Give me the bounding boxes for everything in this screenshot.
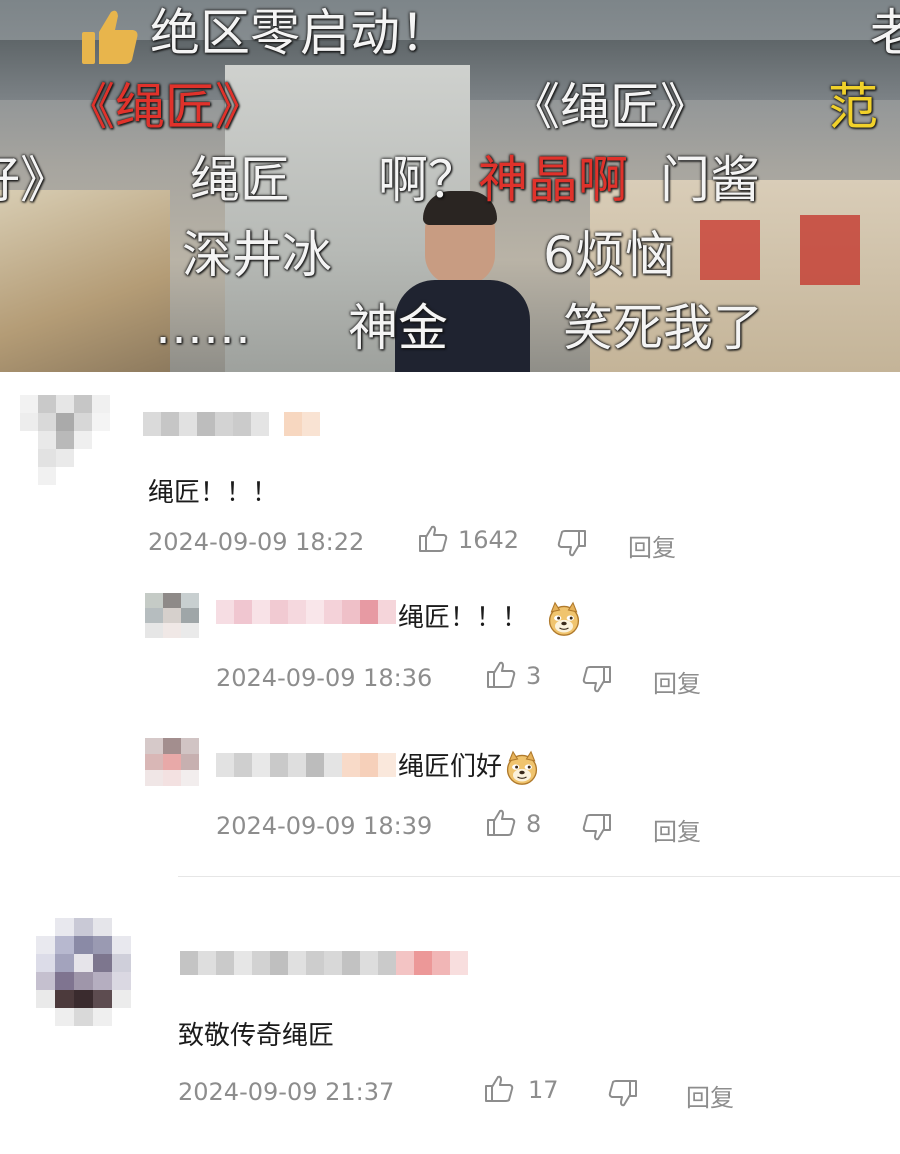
comment-text: 绳匠！！！ <box>148 478 279 508</box>
reply-text: 绳匠们好 <box>398 746 540 786</box>
like-count: 3 <box>526 662 542 690</box>
dislike-icon[interactable] <box>608 1078 638 1108</box>
comment-time: 2024-09-09 18:22 <box>148 528 365 556</box>
danmaku-item: 啊？ <box>378 151 478 209</box>
reply-text-content: 绳匠！！！ <box>398 603 529 633</box>
dislike-icon[interactable] <box>582 812 612 842</box>
comment-time: 2024-09-09 21:37 <box>178 1078 395 1106</box>
avatar[interactable] <box>36 918 131 1026</box>
reply-button[interactable]: 回复 <box>686 1078 734 1113</box>
reply-button[interactable]: 回复 <box>653 812 701 847</box>
danmaku-item: 好》 <box>0 151 70 209</box>
danmaku-item: 神金 <box>348 299 448 357</box>
avatar[interactable] <box>145 738 199 786</box>
divider <box>178 876 900 877</box>
username[interactable] <box>216 600 396 624</box>
like-icon[interactable] <box>486 660 516 690</box>
like-count: 17 <box>528 1076 559 1104</box>
avatar[interactable] <box>145 593 199 638</box>
danmaku-item: 神晶啊 <box>478 151 628 209</box>
danmaku-item: 6烦恼 <box>543 226 675 284</box>
danmaku-item: …… <box>155 299 251 355</box>
red-label-2 <box>800 215 860 285</box>
danmaku-item: 门酱 <box>660 151 760 209</box>
like-icon[interactable] <box>486 808 516 838</box>
reply-time: 2024-09-09 18:36 <box>216 664 433 692</box>
dislike-icon[interactable] <box>557 528 587 558</box>
username[interactable] <box>216 753 396 777</box>
like-count: 8 <box>526 810 542 838</box>
like-count: 1642 <box>458 526 520 554</box>
doge-emoji-icon <box>549 601 580 636</box>
danmaku-item: 老 <box>870 4 900 62</box>
danmaku-item: 范 <box>828 78 878 136</box>
danmaku-item: 绝区零启动！ <box>150 4 450 62</box>
danmaku-item: 深井冰 <box>182 226 332 284</box>
username[interactable] <box>143 412 320 436</box>
shelf-left <box>0 190 170 372</box>
like-icon[interactable] <box>418 524 448 554</box>
doge-emoji-icon <box>506 750 538 785</box>
username[interactable] <box>180 951 468 975</box>
like-icon[interactable] <box>484 1074 514 1104</box>
comment-text: 致敬传奇绳匠 <box>178 1021 335 1051</box>
reply-time: 2024-09-09 18:39 <box>216 812 433 840</box>
danmaku-item: 《绳匠》 <box>65 78 265 136</box>
danmaku-item: 绳匠 <box>190 151 290 209</box>
avatar[interactable] <box>20 395 110 485</box>
red-label-1 <box>700 220 760 280</box>
reply-button[interactable]: 回复 <box>628 528 676 563</box>
danmaku-item: 笑死我了 <box>563 299 763 357</box>
reply-text: 绳匠！！！ <box>398 597 582 637</box>
danmaku-item: 《绳匠》 <box>510 78 710 136</box>
thumbs-up-icon <box>82 10 138 65</box>
video-frame[interactable]: 绝区零启动！ 老 《绳匠》 《绳匠》 范 好》 绳匠 啊？ 神晶啊 门酱 深井冰… <box>0 0 900 372</box>
dislike-icon[interactable] <box>582 664 612 694</box>
reply-button[interactable]: 回复 <box>653 664 701 699</box>
reply-text-content: 绳匠们好 <box>398 752 503 782</box>
